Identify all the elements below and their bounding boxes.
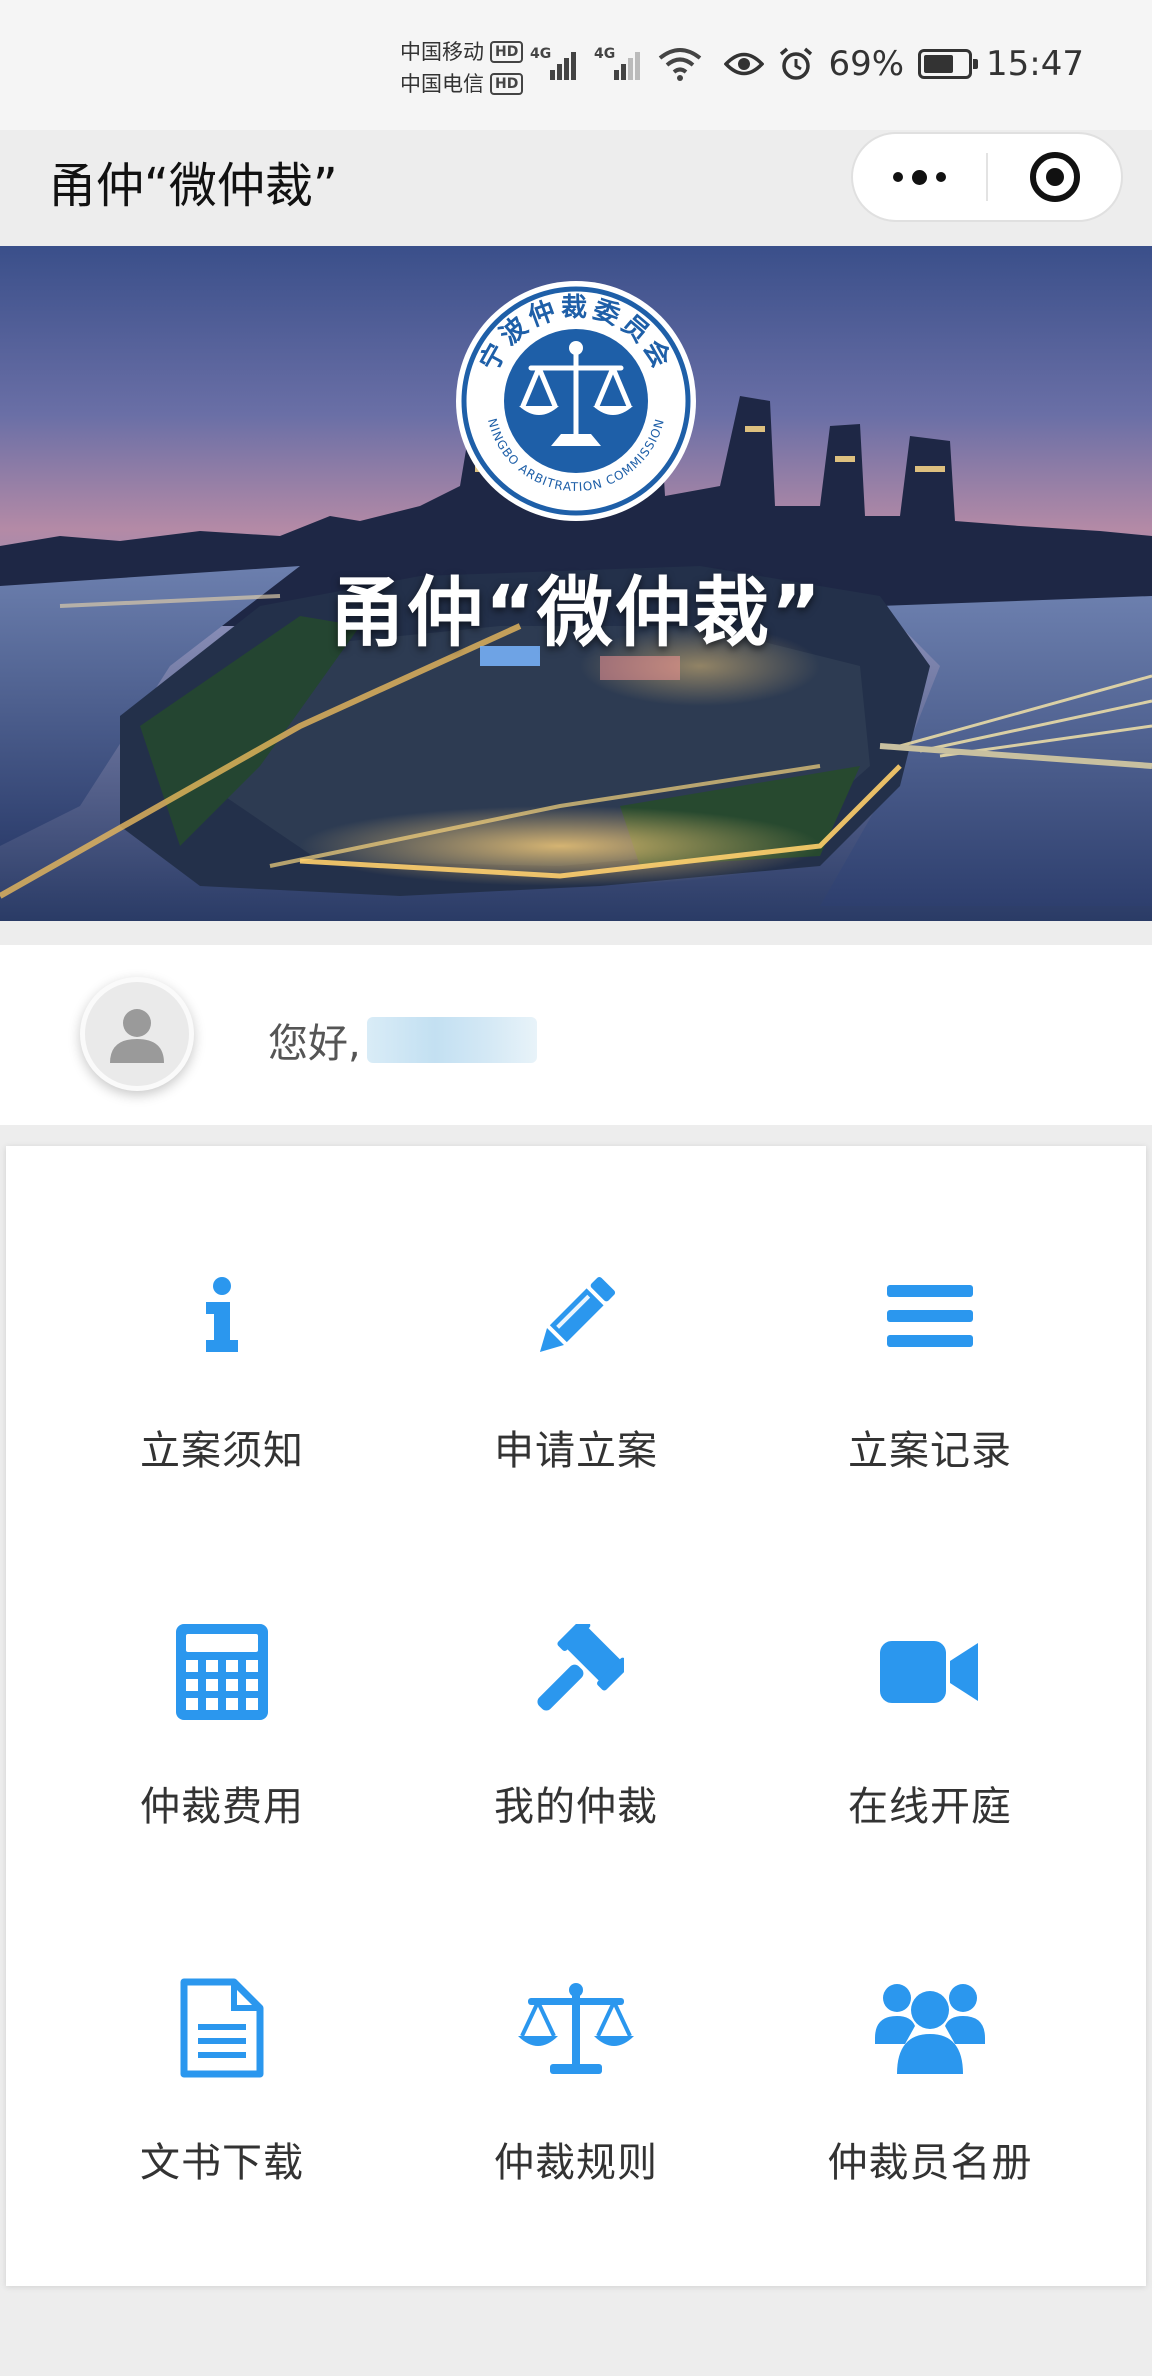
avatar[interactable] xyxy=(80,977,194,1091)
carrier-2: 中国电信 xyxy=(400,72,484,96)
hd-badge: HD xyxy=(490,73,524,95)
gavel-icon xyxy=(537,1624,624,1711)
menu-item-label: 立案须知 xyxy=(140,1428,304,1474)
menu-item-label: 立案记录 xyxy=(848,1428,1012,1474)
target-icon xyxy=(1029,152,1080,202)
menu-item-apply-filing[interactable]: 申请立案 xyxy=(398,1146,754,1502)
menu-item-label: 仲裁费用 xyxy=(140,1784,304,1830)
clock: 15:47 xyxy=(986,44,1084,84)
masked-username xyxy=(366,1017,537,1063)
user-card: 您好, xyxy=(0,945,1152,1125)
battery-icon xyxy=(918,49,979,79)
video-camera-icon xyxy=(880,1641,978,1703)
menu-item-label: 仲裁规则 xyxy=(494,2140,658,2186)
calculator-icon xyxy=(176,1624,268,1720)
banner-title: 甬仲“微仲裁” xyxy=(329,568,823,657)
greeting-text: 您好, xyxy=(268,1021,361,1067)
menu-item-label: 仲裁员名册 xyxy=(827,2140,1033,2186)
user-placeholder-icon xyxy=(110,1009,164,1063)
more-button[interactable] xyxy=(853,134,986,220)
menu-grid: 立案须知 申请立案 立案记录 仲裁费用 我的仲裁 在线开庭 文书下载 仲裁规则 … xyxy=(6,1146,1146,2286)
wifi-icon xyxy=(658,48,702,81)
close-button[interactable] xyxy=(988,134,1121,220)
carrier-1: 中国移动 xyxy=(400,40,484,64)
users-icon xyxy=(875,1984,985,2074)
document-icon xyxy=(180,1978,264,2078)
battery-percent: 69% xyxy=(828,44,905,84)
hero-banner: 宁波仲裁委员会 NINGBO ARBITRATION COMMISSION 甬仲… xyxy=(0,246,1152,921)
signal-1-icon: 4G xyxy=(530,46,580,82)
menu-item-online-hearing[interactable]: 在线开庭 xyxy=(752,1502,1108,1858)
mini-program-capsule xyxy=(851,132,1123,222)
menu-item-label: 在线开庭 xyxy=(848,1784,1012,1830)
hd-badge: HD xyxy=(490,41,524,63)
menu-item-document-download[interactable]: 文书下载 xyxy=(44,1858,400,2214)
greeting: 您好, xyxy=(268,1011,537,1069)
pencil-icon xyxy=(539,1276,616,1353)
menu-item-arbitration-fees[interactable]: 仲裁费用 xyxy=(44,1502,400,1858)
scales-icon xyxy=(518,1983,634,2074)
status-bar: 中国移动 HD 中国电信 HD 4G 4G 69% 15:47 xyxy=(0,0,1152,130)
menu-item-label: 我的仲裁 xyxy=(494,1784,658,1830)
menu-item-arbitration-rules[interactable]: 仲裁规则 xyxy=(398,1858,754,2214)
eye-icon xyxy=(724,52,765,76)
info-icon xyxy=(206,1277,238,1352)
alarm-icon xyxy=(780,47,813,80)
signal-2-icon: 4G xyxy=(594,46,644,82)
menu-item-my-arbitration[interactable]: 我的仲裁 xyxy=(398,1502,754,1858)
menu-item-filing-records[interactable]: 立案记录 xyxy=(752,1146,1108,1502)
menu-item-label: 申请立案 xyxy=(494,1428,658,1474)
page-title: 甬仲“微仲裁” xyxy=(48,158,338,214)
more-icon xyxy=(893,169,946,185)
list-icon xyxy=(887,1285,973,1347)
menu-item-label: 文书下载 xyxy=(140,2140,304,2186)
carrier-info: 中国移动 HD 中国电信 HD xyxy=(400,36,524,100)
signal-icons: 4G 4G xyxy=(530,46,702,82)
commission-emblem: 宁波仲裁委员会 NINGBO ARBITRATION COMMISSION xyxy=(456,281,696,521)
menu-item-arbitrator-roster[interactable]: 仲裁员名册 xyxy=(752,1858,1108,2214)
menu-item-filing-notice[interactable]: 立案须知 xyxy=(44,1146,400,1502)
